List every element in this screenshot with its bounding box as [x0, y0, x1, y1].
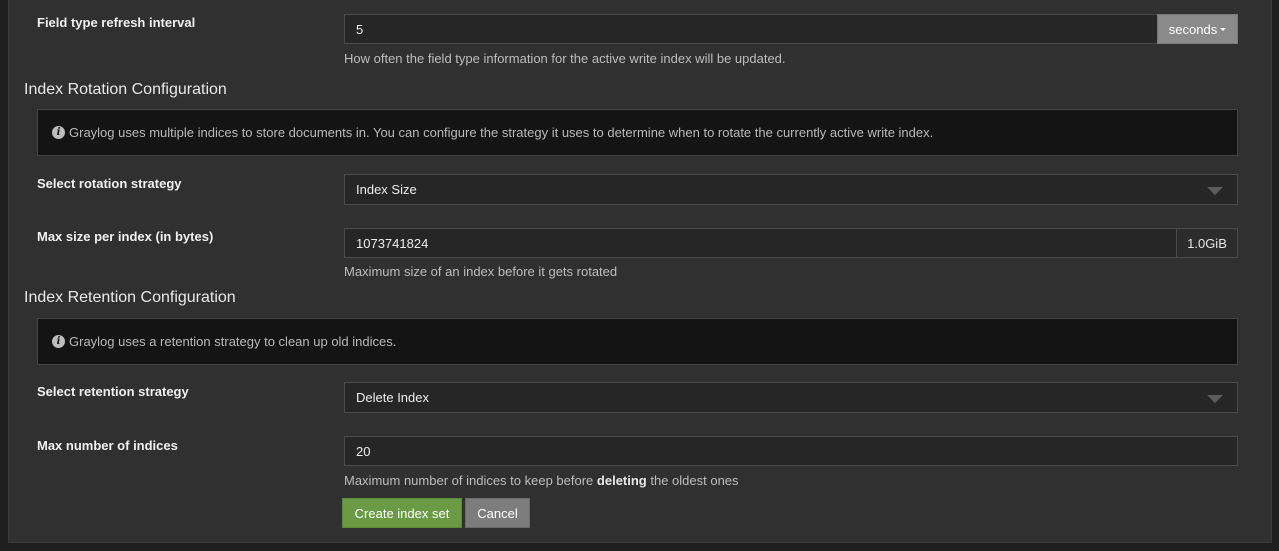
max-size-input[interactable]: 1073741824 [344, 228, 1177, 258]
max-indices-label: Max number of indices [37, 438, 178, 453]
info-circle-icon: i [52, 126, 65, 139]
retention-strategy-label: Select retention strategy [37, 384, 189, 399]
max-indices-help: Maximum number of indices to keep before… [344, 473, 739, 488]
rotation-info-box: i Graylog uses multiple indices to store… [37, 109, 1238, 156]
retention-info-box: i Graylog uses a retention strategy to c… [37, 318, 1238, 365]
max-indices-help-suffix: the oldest ones [646, 473, 739, 488]
max-size-addon: 1.0GiB [1176, 228, 1238, 258]
max-indices-input[interactable]: 20 [344, 436, 1238, 466]
max-size-help: Maximum size of an index before it gets … [344, 264, 618, 279]
info-circle-icon: i [52, 335, 65, 348]
rotation-strategy-label: Select rotation strategy [37, 176, 182, 191]
retention-strategy-value: Delete Index [356, 390, 429, 405]
caret-down-icon [1220, 27, 1227, 31]
rotation-info-text: Graylog uses multiple indices to store d… [69, 125, 934, 140]
retention-strategy-select[interactable]: Delete Index [344, 382, 1238, 413]
rotation-strategy-value: Index Size [356, 182, 417, 197]
field-type-refresh-help: How often the field type information for… [344, 51, 786, 66]
max-size-label: Max size per index (in bytes) [37, 229, 214, 244]
time-unit-dropdown[interactable]: seconds [1157, 14, 1238, 44]
caret-down-icon [1207, 186, 1223, 195]
create-index-set-button[interactable]: Create index set [342, 498, 462, 528]
max-indices-help-bold: deleting [596, 473, 647, 488]
retention-section-title: Index Retention Configuration [24, 289, 236, 306]
caret-down-icon [1207, 394, 1223, 403]
max-indices-help-prefix: Maximum number of indices to keep before [344, 473, 597, 488]
field-type-refresh-input[interactable]: 5 [344, 14, 1158, 44]
cancel-button[interactable]: Cancel [465, 498, 530, 528]
rotation-strategy-select[interactable]: Index Size [344, 174, 1238, 205]
field-type-refresh-label: Field type refresh interval [37, 15, 196, 30]
time-unit-label: seconds [1168, 21, 1218, 37]
rotation-section-title: Index Rotation Configuration [24, 81, 227, 98]
retention-info-text: Graylog uses a retention strategy to cle… [69, 334, 397, 349]
